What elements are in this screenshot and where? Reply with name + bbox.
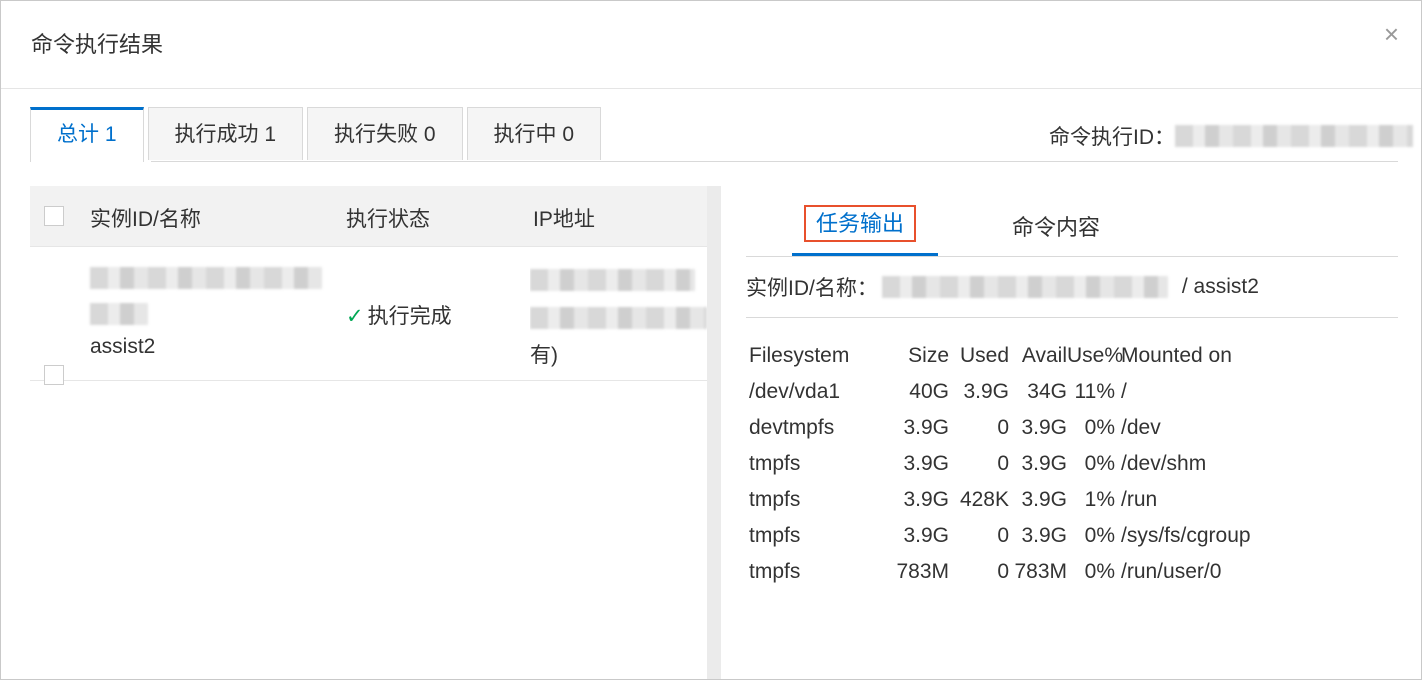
instance-name: assist2: [90, 335, 156, 358]
table-header: 实例ID/名称 执行状态 IP地址: [30, 186, 707, 247]
tab-task-output-label: 任务输出: [804, 205, 917, 242]
instance-table: 实例ID/名称 执行状态 IP地址 assist2 ✓ 执行完成 有): [30, 186, 707, 679]
output-cell: tmpfs: [749, 452, 801, 475]
instance-cell: assist2: [90, 265, 322, 359]
command-result-dialog: 命令执行结果 × 总计 1 执行成功 1 执行失败 0 执行中 0 命令执行ID…: [0, 0, 1422, 680]
output-cell: 40G: [909, 380, 949, 403]
output-cell: 0: [997, 524, 1009, 547]
output-cell: devtmpfs: [749, 416, 835, 439]
output-cell: Mounted on: [1121, 344, 1232, 367]
table-row[interactable]: assist2 ✓ 执行完成 有): [30, 247, 707, 385]
output-cell: /dev: [1121, 416, 1161, 439]
output-cell: Used: [959, 344, 1009, 367]
output-cell: 0%: [1084, 560, 1115, 583]
output-cell: 34G: [1027, 380, 1067, 403]
check-icon: ✓: [346, 305, 364, 328]
tab-command-content[interactable]: 命令内容: [1012, 210, 1100, 242]
output-cell: 0%: [1084, 452, 1115, 475]
output-cell: 3.9G: [903, 488, 949, 511]
output-cell: 3.9G: [903, 416, 949, 439]
output-cell: tmpfs: [749, 560, 801, 583]
ip-redacted-2: [530, 307, 707, 329]
output-cell: 428K: [959, 488, 1009, 511]
header-ip: IP地址: [533, 208, 595, 231]
output-cell: 3.9G: [1021, 488, 1067, 511]
active-tab-indicator: [792, 253, 938, 256]
output-cell: 3.9G: [903, 452, 949, 475]
status-text: 执行完成: [367, 305, 452, 328]
output-cell: Avail: [1021, 344, 1067, 367]
output-cell: tmpfs: [749, 524, 801, 547]
tab-success[interactable]: 执行成功 1: [147, 107, 304, 160]
header-name: 实例ID/名称: [90, 208, 201, 231]
instance-info-label: 实例ID/名称：: [746, 277, 878, 300]
output-cell: 783M: [1014, 560, 1067, 583]
output-line: devtmpfs 3.9G 0 3.9G 0% /dev: [749, 410, 1398, 446]
output-cell: 0: [997, 452, 1009, 475]
tab-running[interactable]: 执行中 0: [466, 107, 602, 160]
output-line: tmpfs 783M 0 783M 0%/run/user/0: [749, 554, 1398, 590]
close-icon[interactable]: ×: [1384, 21, 1399, 47]
ip-suffix: 有): [530, 344, 558, 367]
tab-failed[interactable]: 执行失败 0: [307, 107, 463, 160]
output-cell: /dev/shm: [1121, 452, 1207, 475]
output-cell: /run: [1121, 488, 1158, 511]
instance-info: 实例ID/名称： / assist2: [746, 257, 1398, 318]
header-status: 执行状态: [346, 208, 430, 231]
tab-task-output[interactable]: 任务输出: [804, 205, 917, 242]
output-cell: /sys/fs/cgroup: [1121, 524, 1251, 547]
output-cell: 0: [997, 416, 1009, 439]
output-cell: 0: [997, 560, 1009, 583]
tab-total[interactable]: 总计 1: [30, 107, 144, 162]
command-output: Filesystem Size Used Avail Use% Mounted on/de…: [749, 338, 1398, 590]
output-line: Filesystem Size Used Avail Use% Mounted on: [749, 338, 1398, 374]
output-cell: 783M: [896, 560, 949, 583]
tabs-divider: [151, 161, 1398, 162]
status-tabs: 总计 1 执行成功 1 执行失败 0 执行中 0: [30, 107, 602, 162]
output-cell: Size: [908, 344, 949, 367]
output-cell: 3.9G: [903, 524, 949, 547]
instance-info-name: / assist2: [1181, 275, 1259, 298]
status-cell: ✓ 执行完成: [346, 300, 452, 330]
exec-id-redacted: [1175, 125, 1413, 147]
dialog-title: 命令执行结果: [31, 32, 164, 57]
output-cell: 1%: [1084, 488, 1115, 511]
ip-redacted: [530, 269, 695, 291]
output-cell: 3.9G: [963, 380, 1009, 403]
output-cell: /run/user/0: [1121, 560, 1222, 583]
output-cell: /: [1121, 380, 1127, 403]
row-checkbox[interactable]: [44, 365, 64, 385]
output-line: tmpfs 3.9G 428K 3.9G 1% /run: [749, 482, 1398, 518]
exec-id: 命令执行ID：: [1049, 121, 1413, 151]
exec-id-label: 命令执行ID：: [1049, 126, 1175, 149]
output-cell: tmpfs: [749, 488, 801, 511]
instance-id-redacted: [90, 267, 322, 289]
detail-tabs: 任务输出 命令内容: [746, 186, 1398, 257]
output-cell: Use%: [1067, 344, 1124, 367]
instance-id-redacted-2: [90, 303, 148, 325]
output-cell: 0%: [1084, 524, 1115, 547]
output-line: tmpfs 3.9G 0 3.9G 0% /dev/shm: [749, 446, 1398, 482]
output-cell: 11%: [1074, 380, 1115, 403]
dialog-header: 命令执行结果 ×: [1, 1, 1421, 89]
select-all-checkbox[interactable]: [44, 206, 64, 226]
ip-cell: 有): [530, 263, 707, 369]
output-cell: /dev/vda1: [749, 380, 841, 403]
output-cell: 3.9G: [1021, 452, 1067, 475]
output-line: /dev/vda1 40G 3.9G 34G 11% /: [749, 374, 1398, 410]
instance-info-redacted: [881, 276, 1168, 298]
output-line: tmpfs 3.9G 0 3.9G 0% /sys/fs/cgroup: [749, 518, 1398, 554]
output-cell: Filesystem: [749, 344, 850, 367]
output-cell: 3.9G: [1021, 416, 1067, 439]
panel-splitter[interactable]: [707, 186, 721, 679]
output-cell: 3.9G: [1021, 524, 1067, 547]
detail-panel: 任务输出 命令内容 实例ID/名称： / assist2 Filesystem S…: [746, 186, 1398, 679]
output-cell: 0%: [1084, 416, 1115, 439]
